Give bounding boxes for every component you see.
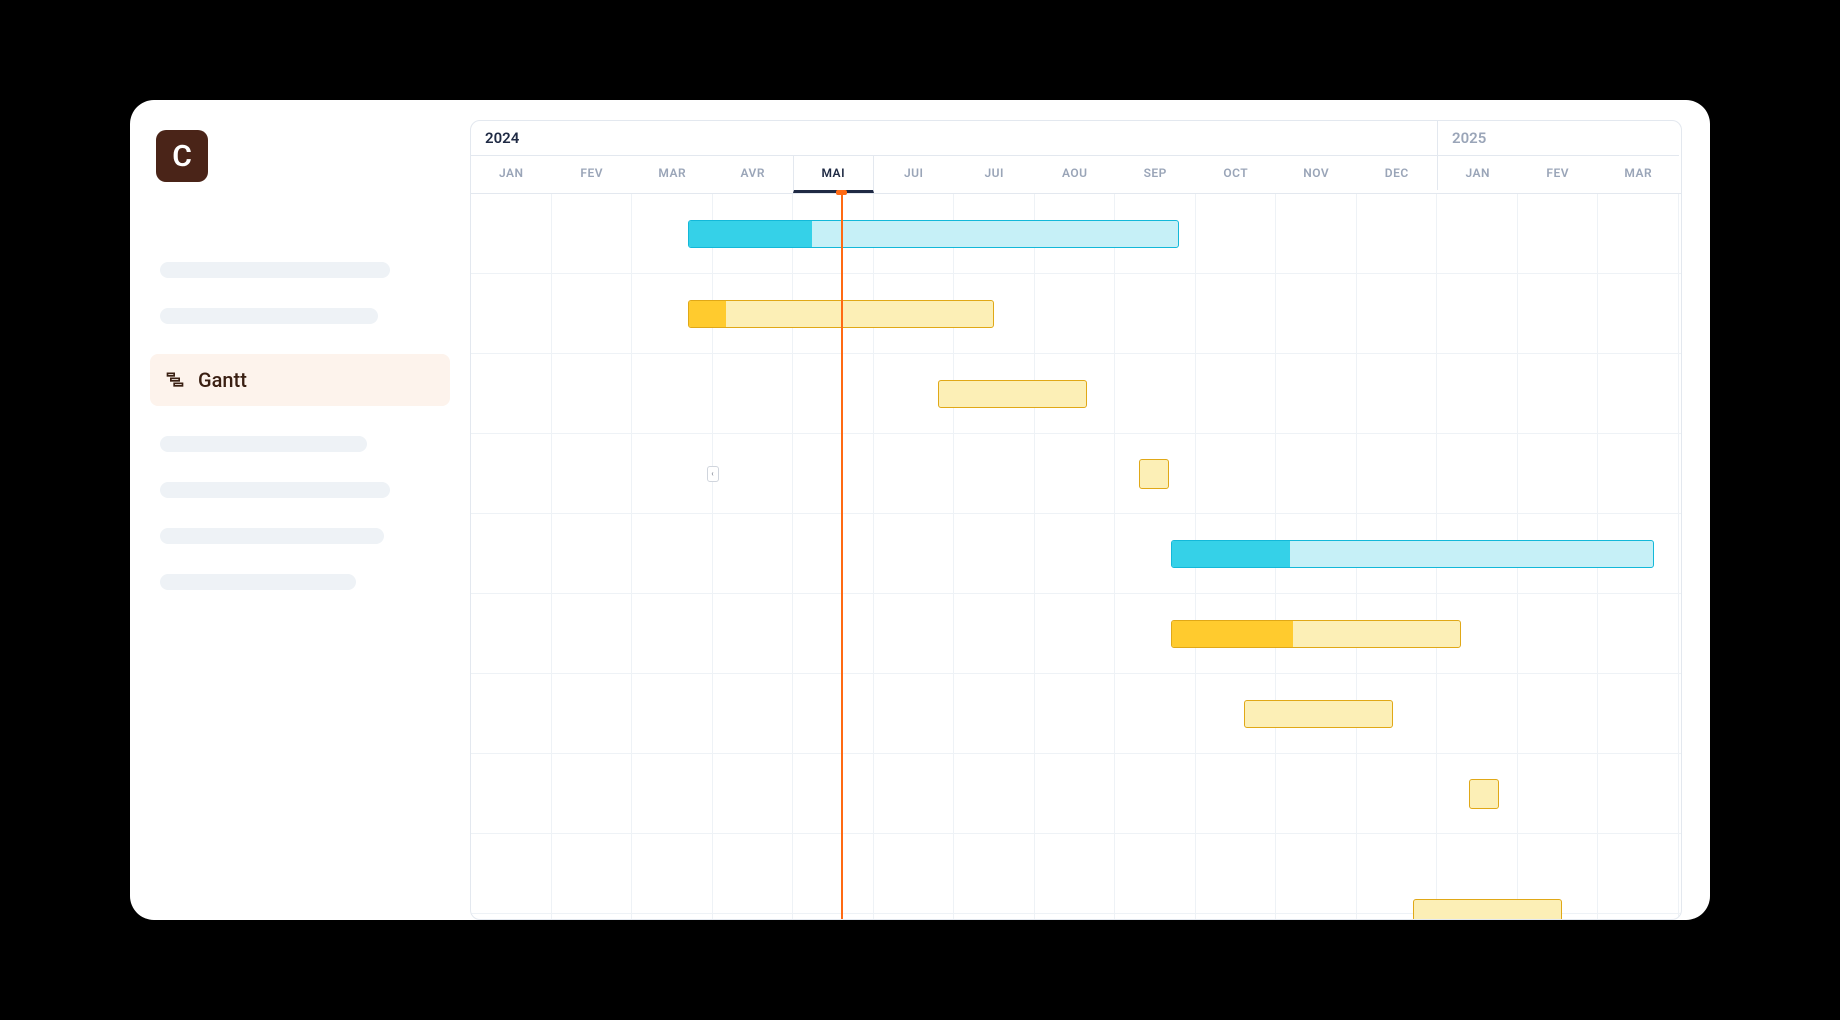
months-row: JANFEVMARAVRMAIJUIJUIAOUSEPOCTNOVDEC [471, 156, 1437, 193]
app-window: C Gantt 2024JANFEVMARAVRMAIJU [130, 100, 1710, 920]
gantt-row [471, 754, 1681, 834]
app-logo[interactable]: C [156, 130, 208, 182]
collapse-handle[interactable]: ‹ [707, 466, 719, 482]
month-header[interactable]: JUI [954, 156, 1035, 193]
month-header[interactable]: DEC [1357, 156, 1438, 193]
year-section: 2025JANFEVMAR [1437, 121, 1679, 193]
gantt-bar[interactable] [1244, 700, 1393, 728]
nav-item-placeholder[interactable] [160, 262, 390, 278]
gantt-bar-progress [1172, 541, 1290, 567]
month-header[interactable]: MAR [1598, 156, 1679, 190]
nav-item-placeholder[interactable] [160, 482, 390, 498]
month-header[interactable]: FEV [552, 156, 633, 193]
year-label: 2024 [471, 121, 1437, 156]
gantt-row: ‹ [471, 434, 1681, 514]
gantt-row [471, 594, 1681, 674]
nav-item-placeholder[interactable] [160, 308, 378, 324]
gantt-bar[interactable] [1413, 899, 1562, 920]
sidebar: C Gantt [130, 100, 470, 920]
today-marker [841, 194, 843, 920]
month-header[interactable]: FEV [1518, 156, 1599, 190]
month-header[interactable]: JAN [471, 156, 552, 193]
gantt-bar[interactable] [1469, 779, 1499, 809]
gantt-bar[interactable] [1171, 620, 1461, 648]
gantt-row [471, 194, 1681, 274]
nav-list: Gantt [150, 262, 450, 590]
nav-item-placeholder[interactable] [160, 574, 356, 590]
gantt-bar-progress [689, 221, 811, 247]
timeline-header: 2024JANFEVMARAVRMAIJUIJUIAOUSEPOCTNOVDEC… [471, 121, 1681, 194]
month-header[interactable]: AOU [1035, 156, 1116, 193]
gantt-rows: ‹ [471, 194, 1681, 920]
nav-item-placeholder[interactable] [160, 528, 384, 544]
month-header[interactable]: MAR [632, 156, 713, 193]
gantt-chart: 2024JANFEVMARAVRMAIJUIJUIAOUSEPOCTNOVDEC… [470, 120, 1682, 920]
gantt-icon [164, 369, 186, 391]
gantt-row [471, 354, 1681, 434]
gantt-bar-progress [1172, 621, 1293, 647]
month-header[interactable]: NOV [1276, 156, 1357, 193]
gantt-row [471, 674, 1681, 754]
gantt-bar[interactable] [1171, 540, 1654, 568]
year-label: 2025 [1437, 121, 1679, 156]
month-header[interactable]: JAN [1437, 156, 1518, 190]
months-row: JANFEVMAR [1437, 156, 1679, 190]
gantt-bar[interactable] [938, 380, 1087, 408]
month-header[interactable]: MAI [793, 156, 874, 193]
gantt-row [471, 514, 1681, 594]
month-header[interactable]: JUI [874, 156, 955, 193]
month-header[interactable]: SEP [1115, 156, 1196, 193]
gantt-body[interactable]: ‹ [471, 194, 1681, 920]
year-section: 2024JANFEVMARAVRMAIJUIJUIAOUSEPOCTNOVDEC [471, 121, 1437, 193]
gantt-bar[interactable] [1139, 459, 1169, 489]
gantt-bar-progress [689, 301, 725, 327]
main-content: 2024JANFEVMARAVRMAIJUIJUIAOUSEPOCTNOVDEC… [470, 100, 1710, 920]
month-header[interactable]: OCT [1196, 156, 1277, 193]
gantt-row [471, 274, 1681, 354]
gantt-row [471, 834, 1681, 914]
nav-item-placeholder[interactable] [160, 436, 367, 452]
nav-item-gantt[interactable]: Gantt [150, 354, 450, 406]
gantt-bar[interactable] [688, 220, 1179, 248]
nav-item-label: Gantt [198, 368, 247, 392]
month-header[interactable]: AVR [713, 156, 794, 193]
